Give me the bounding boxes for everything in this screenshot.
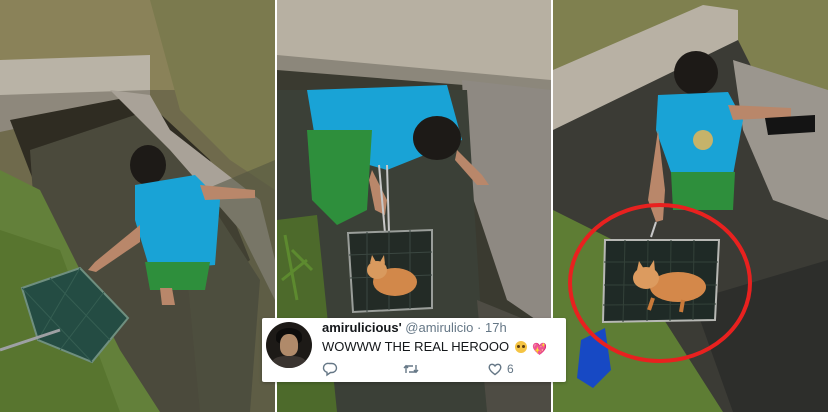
pleading-face-emoji [514,341,527,353]
retweet-button[interactable] [402,360,424,378]
avatar-body [272,356,306,368]
tweet-body: WOWWW THE REAL HEROOO [322,339,510,354]
avatar-face [280,334,298,356]
photo-collage: amirulicious' @amirulicio · 17h WOWWW TH… [0,0,828,412]
tweet-header: amirulicious' @amirulicio · 17h [322,320,507,336]
sparkling-heart-emoji: 💖 [532,342,548,356]
tweet-actions: 6 [322,360,552,378]
tweet-card[interactable]: amirulicious' @amirulicio · 17h WOWWW TH… [262,318,566,382]
photo-panel-rescue-highlight [553,0,828,412]
reply-button[interactable] [322,360,342,378]
heart-icon [487,361,503,377]
tweet-text-row: WOWWW THE REAL HEROOO 💖 [322,339,548,356]
photo-panel-boy-at-drain [0,0,275,412]
separator-dot: · [477,320,482,335]
avatar[interactable] [266,322,312,368]
reply-icon [322,361,338,377]
retweet-icon [402,361,420,377]
tweet-timestamp[interactable]: 17h [485,320,507,335]
display-name[interactable]: amirulicious' [322,320,402,335]
like-count: 6 [507,362,514,376]
user-handle[interactable]: @amirulicio [405,320,473,335]
like-button[interactable]: 6 [487,360,514,378]
